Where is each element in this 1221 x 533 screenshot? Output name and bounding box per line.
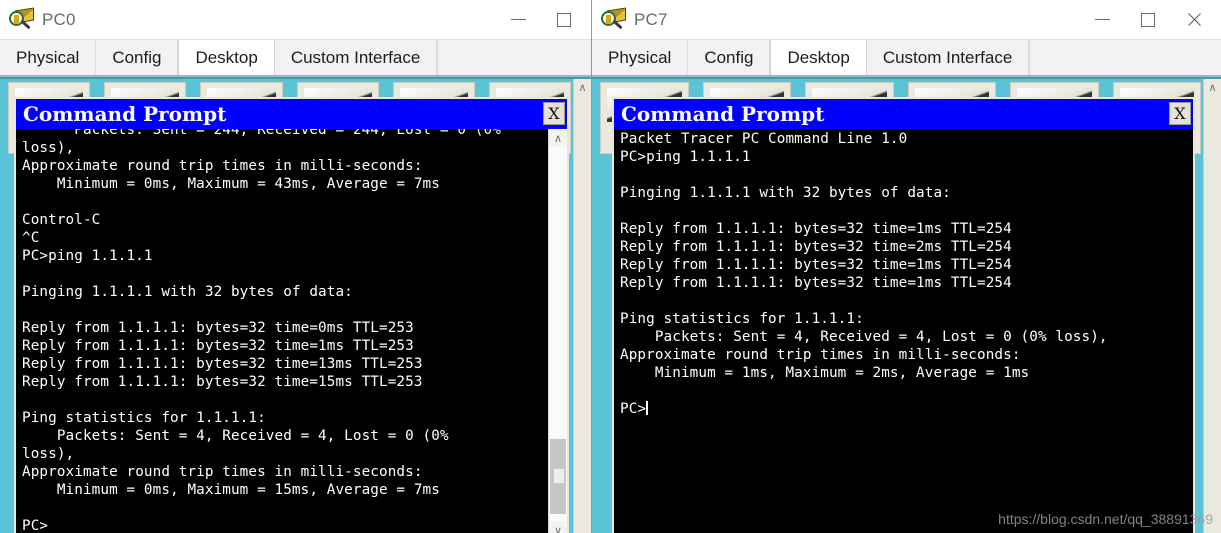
packet-tracer-icon <box>601 6 627 33</box>
close-icon[interactable]: X <box>543 102 565 125</box>
minimize-icon[interactable] <box>495 1 541 39</box>
desktop-pane-pc7: Command Prompt X Packet Tracer PC Comman… <box>592 77 1221 533</box>
desktop-pane-pc0: Command Prompt X Packets: Sent = 244, Re… <box>0 77 591 533</box>
scroll-up-icon[interactable]: ∧ <box>549 129 567 147</box>
tab-custom-interface[interactable]: Custom Interface <box>866 40 1030 75</box>
desktop-scrollbar-pc7[interactable]: ∧ <box>1203 79 1221 533</box>
scrollbar-thumb[interactable] <box>550 438 566 514</box>
tabstrip-filler <box>437 40 591 75</box>
desktop-scrollbar-pc0[interactable]: ∧ <box>573 79 591 533</box>
minimize-icon[interactable] <box>1079 1 1125 39</box>
command-prompt-title: Command Prompt <box>621 102 825 126</box>
command-prompt-body-pc0: Packets: Sent = 244, Received = 244, Los… <box>16 129 567 533</box>
command-prompt-titlebar-pc7: Command Prompt X <box>614 99 1193 129</box>
tab-config[interactable]: Config <box>96 40 179 75</box>
screen: PC0 Physical Config Desktop Custom Inter… <box>0 0 1221 533</box>
packet-tracer-icon <box>9 6 35 33</box>
maximize-icon[interactable] <box>541 1 587 39</box>
text-cursor <box>646 401 649 415</box>
command-prompt-title: Command Prompt <box>23 102 227 126</box>
window-controls-pc0 <box>495 0 587 39</box>
close-icon[interactable]: X <box>1169 102 1191 125</box>
scrollbar-track[interactable] <box>549 147 567 521</box>
window-title-pc0: PC0 <box>42 9 76 29</box>
scroll-up-icon[interactable]: ∧ <box>574 79 591 96</box>
tab-physical[interactable]: Physical <box>592 40 689 75</box>
titlebar-pc0: PC0 <box>0 0 591 39</box>
terminal-scrollbar-pc0[interactable]: ∧ ∨ <box>548 129 567 533</box>
tab-physical[interactable]: Physical <box>0 40 97 75</box>
tabstrip-pc0: Physical Config Desktop Custom Interface <box>0 39 591 77</box>
scroll-down-icon[interactable]: ∨ <box>549 521 567 533</box>
close-icon[interactable] <box>1171 1 1217 39</box>
device-window-pc7: PC7 Physical Config Desktop Custom Inter… <box>592 0 1221 533</box>
titlebar-pc7: PC7 <box>592 0 1221 39</box>
command-prompt-titlebar-pc0: Command Prompt X <box>16 99 567 129</box>
terminal-output-pc7[interactable]: Packet Tracer PC Command Line 1.0 PC>pin… <box>614 129 1193 533</box>
command-prompt-window-pc7: Command Prompt X Packet Tracer PC Comman… <box>612 97 1195 533</box>
tabstrip-filler <box>1029 40 1221 75</box>
tab-config[interactable]: Config <box>688 40 771 75</box>
tabstrip-pc7: Physical Config Desktop Custom Interface <box>592 39 1221 77</box>
maximize-icon[interactable] <box>1125 1 1171 39</box>
command-prompt-window-pc0: Command Prompt X Packets: Sent = 244, Re… <box>14 97 569 533</box>
scroll-up-icon[interactable]: ∧ <box>1204 79 1221 96</box>
terminal-output-pc0[interactable]: Packets: Sent = 244, Received = 244, Los… <box>16 129 548 533</box>
device-window-pc0: PC0 Physical Config Desktop Custom Inter… <box>0 0 592 533</box>
command-prompt-body-pc7: Packet Tracer PC Command Line 1.0 PC>pin… <box>614 129 1193 533</box>
window-title-pc7: PC7 <box>634 9 668 29</box>
tab-desktop[interactable]: Desktop <box>178 40 275 75</box>
tab-custom-interface[interactable]: Custom Interface <box>274 40 438 75</box>
terminal-text: Packet Tracer PC Command Line 1.0 PC>pin… <box>620 131 1108 417</box>
window-controls-pc7 <box>1079 0 1217 39</box>
tab-desktop[interactable]: Desktop <box>770 40 867 75</box>
